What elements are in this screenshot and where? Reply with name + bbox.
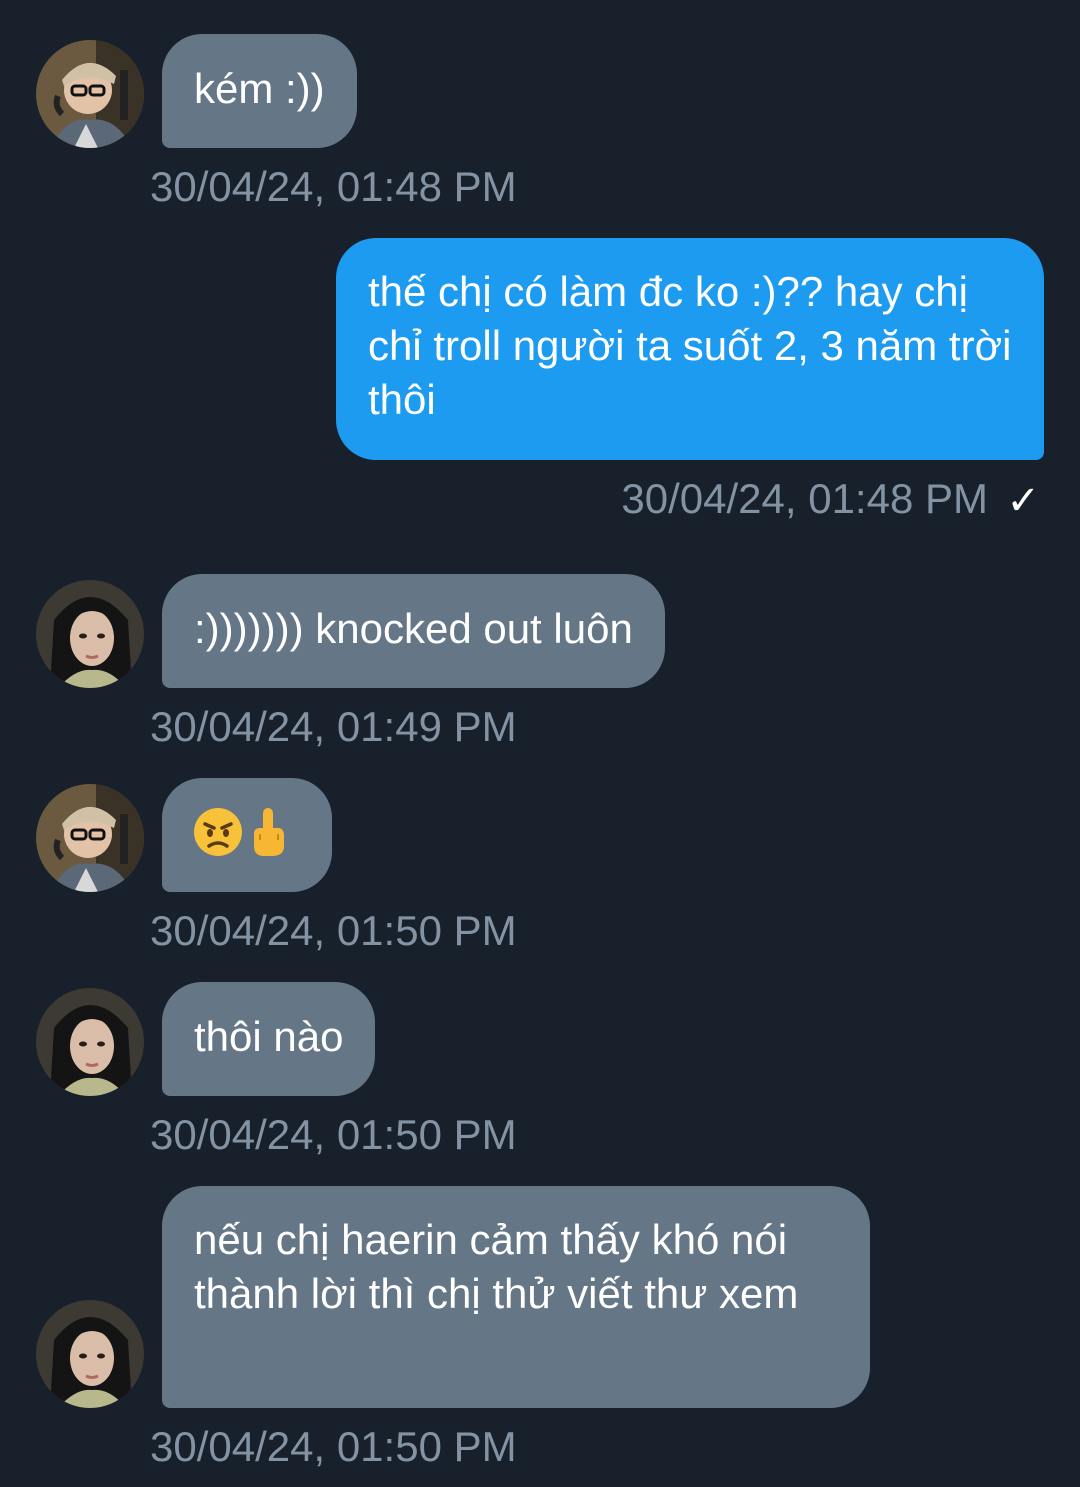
angry-face-emoji: [192, 806, 244, 871]
middle-finger-emoji: [248, 806, 288, 871]
message-timestamp: 30/04/24, 01:48 PM: [150, 163, 517, 210]
avatar[interactable]: [36, 580, 144, 688]
message-bubble[interactable]: [162, 778, 332, 892]
message-timestamp: 30/04/24, 01:50 PM: [150, 1423, 517, 1470]
message-text: :))))))) knocked out luôn: [194, 605, 633, 652]
chat-thread: kém :)) 30/04/24, 01:48 PM thế chị có là…: [0, 0, 1080, 1487]
message-text: thôi nào: [194, 1013, 344, 1060]
check-icon: ✓: [1006, 479, 1040, 523]
message-bubble[interactable]: nếu chị haerin cảm thấy khó nói thành lờ…: [162, 1186, 870, 1408]
avatar[interactable]: [36, 988, 144, 1096]
message-bubble-outgoing[interactable]: thế chị có làm đc ko :)?? hay chị chỉ tr…: [336, 238, 1044, 460]
message-text: nếu chị haerin cảm thấy khó nói thành lờ…: [194, 1216, 799, 1317]
avatar[interactable]: [36, 784, 144, 892]
message-timestamp: 30/04/24, 01:50 PM: [150, 907, 517, 954]
message-bubble[interactable]: :))))))) knocked out luôn: [162, 574, 665, 688]
avatar[interactable]: [36, 1300, 144, 1408]
message-text: kém :)): [194, 65, 325, 112]
message-timestamp: 30/04/24, 01:48 PM: [621, 475, 988, 522]
message-bubble[interactable]: kém :)): [162, 34, 357, 148]
message-timestamp: 30/04/24, 01:49 PM: [150, 703, 517, 750]
avatar[interactable]: [36, 40, 144, 148]
message-timestamp: 30/04/24, 01:50 PM: [150, 1111, 517, 1158]
message-text: thế chị có làm đc ko :)?? hay chị chỉ tr…: [368, 268, 1012, 423]
message-bubble[interactable]: thôi nào: [162, 982, 376, 1096]
